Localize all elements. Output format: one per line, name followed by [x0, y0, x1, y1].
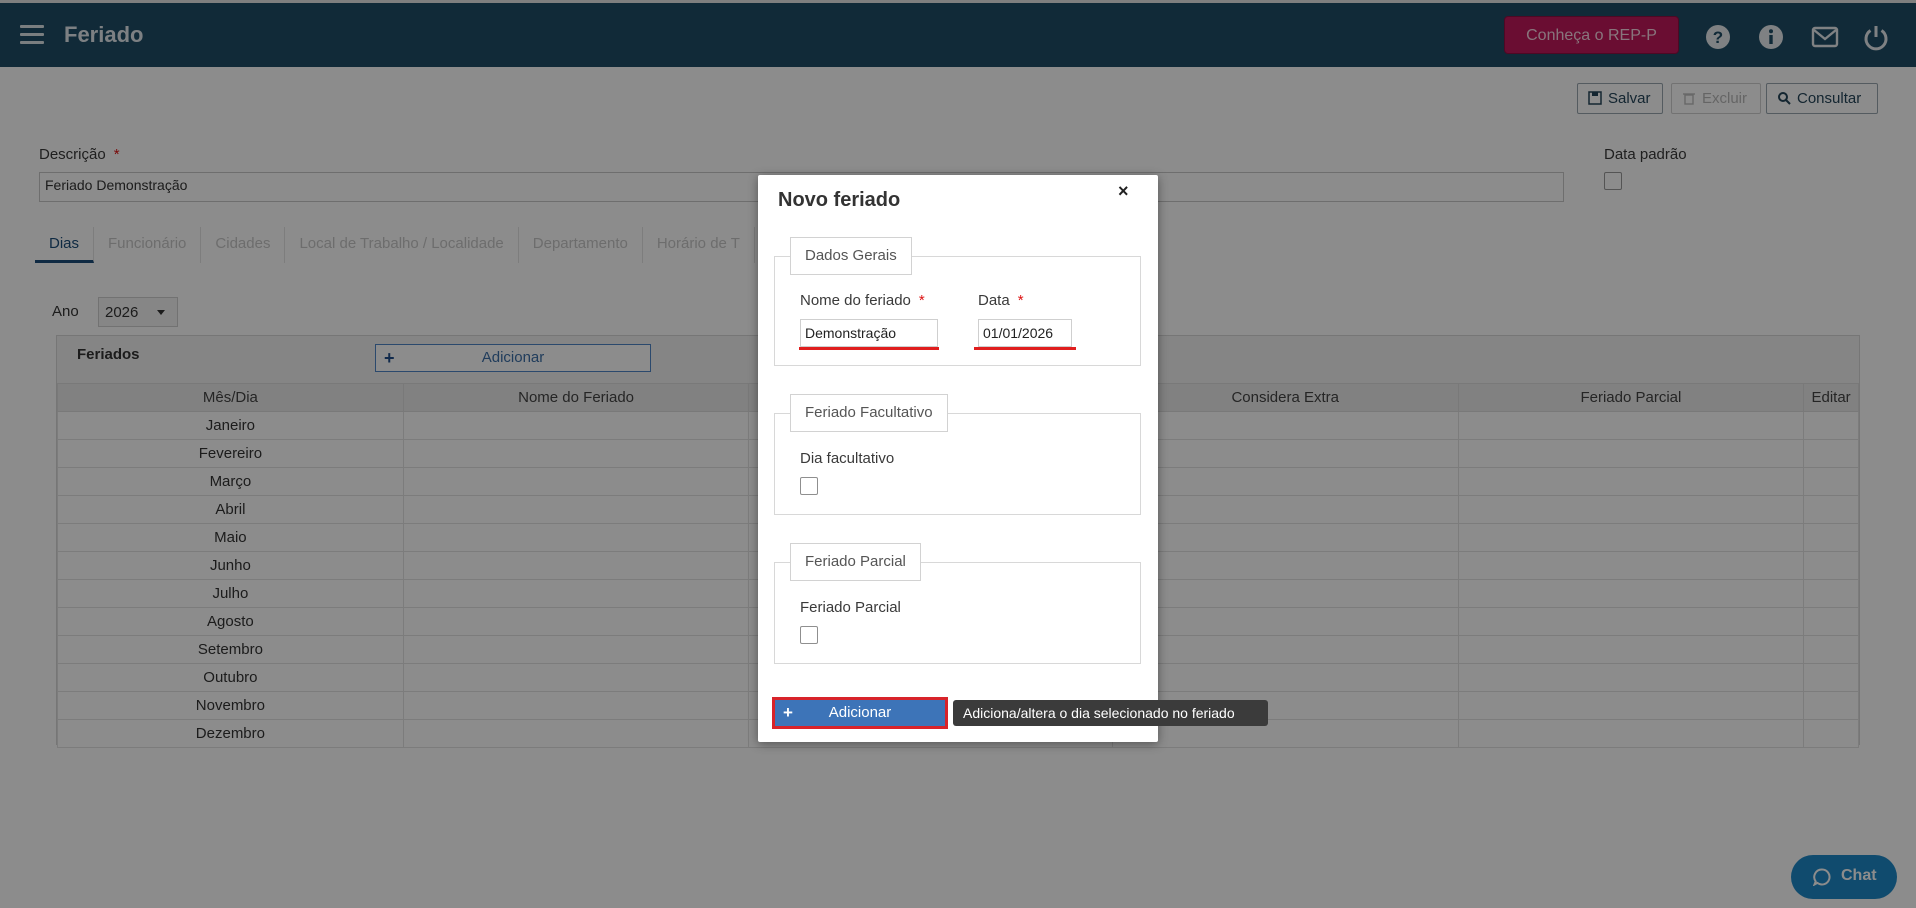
data-input[interactable]: 01/01/2026: [978, 319, 1072, 347]
add-holiday-button[interactable]: + Adicionar: [772, 697, 948, 729]
nome-feriado-input[interactable]: Demonstração: [800, 319, 938, 347]
feriado-parcial-label: Feriado Parcial: [800, 599, 901, 616]
legend-feriado-facultativo: Feriado Facultativo: [790, 394, 948, 432]
legend-feriado-parcial: Feriado Parcial: [790, 543, 921, 581]
new-holiday-modal: Novo feriado × Nome do feriado * Demonstr…: [758, 175, 1158, 742]
data-label: Data *: [978, 292, 1024, 309]
plus-icon: +: [783, 703, 793, 722]
add-tooltip: Adiciona/altera o dia selecionado no fer…: [953, 700, 1268, 726]
dia-facultativo-label: Dia facultativo: [800, 450, 895, 467]
legend-dados-gerais: Dados Gerais: [790, 237, 912, 275]
data-underline: [974, 347, 1076, 350]
feriado-parcial-checkbox[interactable]: [800, 626, 818, 644]
close-icon[interactable]: ×: [1118, 181, 1129, 202]
nome-feriado-label: Nome do feriado *: [800, 292, 925, 309]
modal-title: Novo feriado: [778, 189, 901, 211]
nome-feriado-underline: [799, 347, 939, 350]
dia-facultativo-checkbox[interactable]: [800, 477, 818, 495]
add-holiday-label: Adicionar: [828, 704, 892, 721]
